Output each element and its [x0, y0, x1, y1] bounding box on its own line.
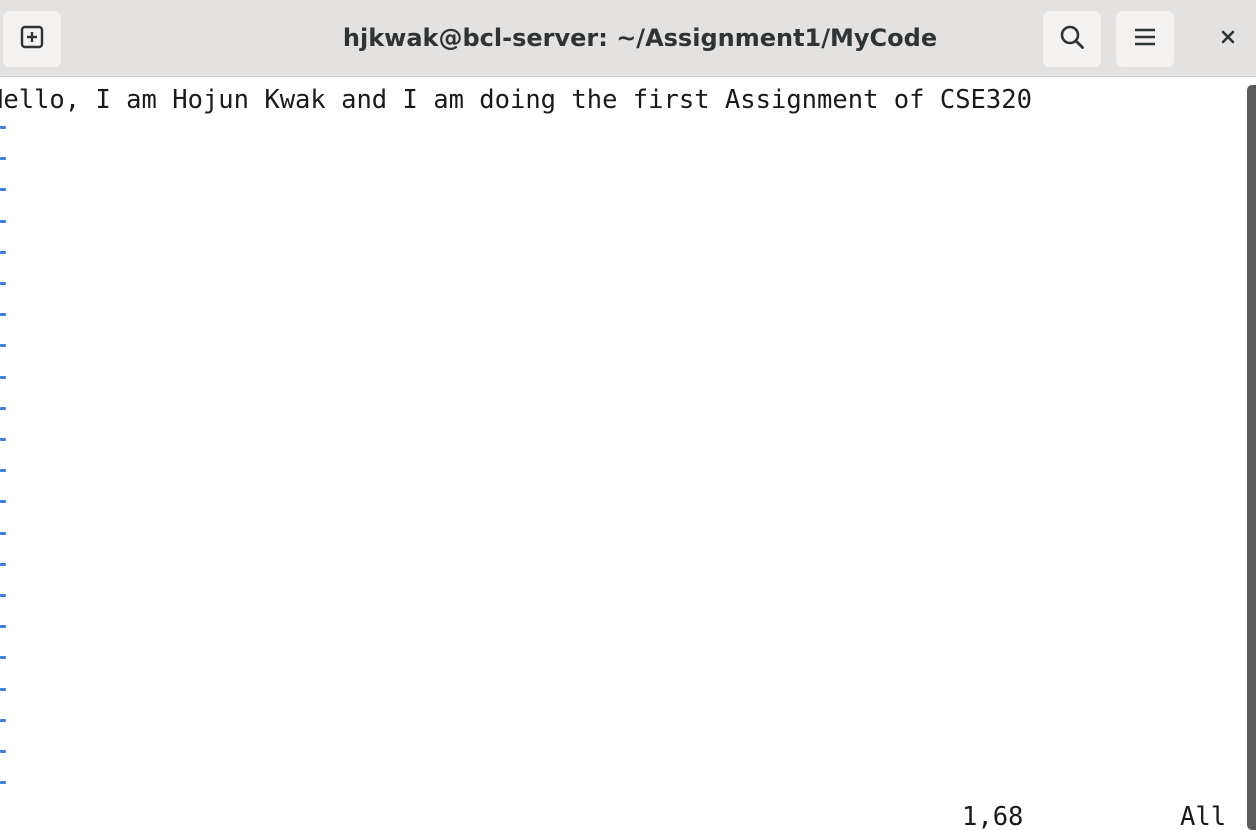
scrollbar[interactable] — [1247, 85, 1256, 830]
window-title: hjkwak@bcl-server: ~/Assignment1/MyCode — [342, 24, 938, 52]
tilde-marker — [0, 344, 6, 348]
tilde-marker — [0, 781, 6, 785]
tilde-marker — [0, 562, 6, 566]
tilde-marker — [0, 126, 6, 129]
terminal-window: hjkwak@bcl-server: ~/Assignment1/MyCode — [0, 0, 1256, 830]
tilde-marker — [0, 500, 6, 504]
tilde-marker — [0, 656, 6, 660]
tilde-marker — [0, 594, 6, 597]
editor-line-1: Hello, I am Hojun Kwak and I am doing th… — [0, 85, 1032, 115]
close-button[interactable] — [1206, 22, 1250, 56]
tilde-marker — [0, 625, 6, 629]
terminal-content[interactable]: Hello, I am Hojun Kwak and I am doing th… — [0, 77, 1256, 830]
scroll-position: All — [1180, 802, 1227, 830]
tilde-marker — [0, 406, 6, 410]
plus-square-icon — [19, 24, 45, 55]
tilde-marker — [0, 282, 6, 285]
cursor-position: 1,68 — [962, 802, 1024, 830]
tilde-marker — [0, 750, 6, 753]
tilde-marker — [0, 438, 6, 441]
tilde-marker — [0, 375, 6, 379]
menu-button[interactable] — [1116, 11, 1174, 67]
header-bar: hjkwak@bcl-server: ~/Assignment1/MyCode — [0, 0, 1256, 77]
close-icon — [1219, 28, 1237, 51]
tilde-marker — [0, 313, 6, 317]
tilde-marker — [0, 718, 6, 722]
tilde-marker — [0, 157, 6, 161]
search-icon — [1058, 23, 1086, 56]
new-tab-button[interactable] — [3, 11, 61, 67]
tilde-marker — [0, 250, 6, 254]
tilde-marker — [0, 219, 6, 223]
hamburger-menu-icon — [1131, 23, 1159, 56]
tilde-marker — [0, 687, 6, 691]
tilde-marker — [0, 531, 6, 535]
tilde-marker — [0, 188, 6, 192]
tilde-marker — [0, 469, 6, 473]
search-button[interactable] — [1043, 11, 1101, 67]
